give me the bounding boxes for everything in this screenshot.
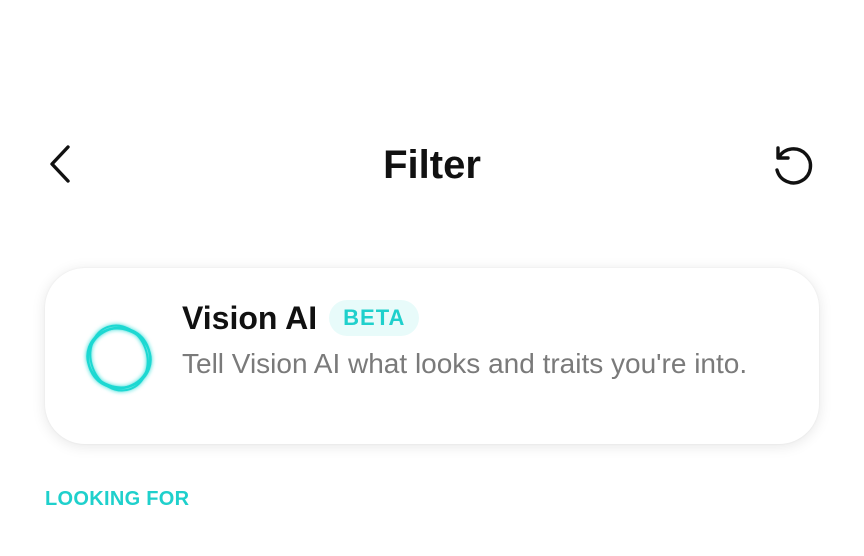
top-bar: Filter: [0, 130, 864, 202]
card-description: Tell Vision AI what looks and traits you…: [182, 348, 748, 379]
vision-orb-icon: [86, 324, 152, 392]
reset-icon: [775, 146, 813, 185]
card-title: Vision AI: [182, 300, 318, 336]
card-title-row: Vision AI BETA: [182, 298, 420, 338]
looking-for-section-label: LOOKING FOR: [45, 488, 190, 510]
beta-badge: BETA: [329, 300, 420, 336]
reset-button[interactable]: [766, 142, 820, 190]
vision-ai-card[interactable]: Vision AI BETA Tell Vision AI what looks…: [45, 268, 819, 444]
page-title: Filter: [383, 143, 481, 187]
